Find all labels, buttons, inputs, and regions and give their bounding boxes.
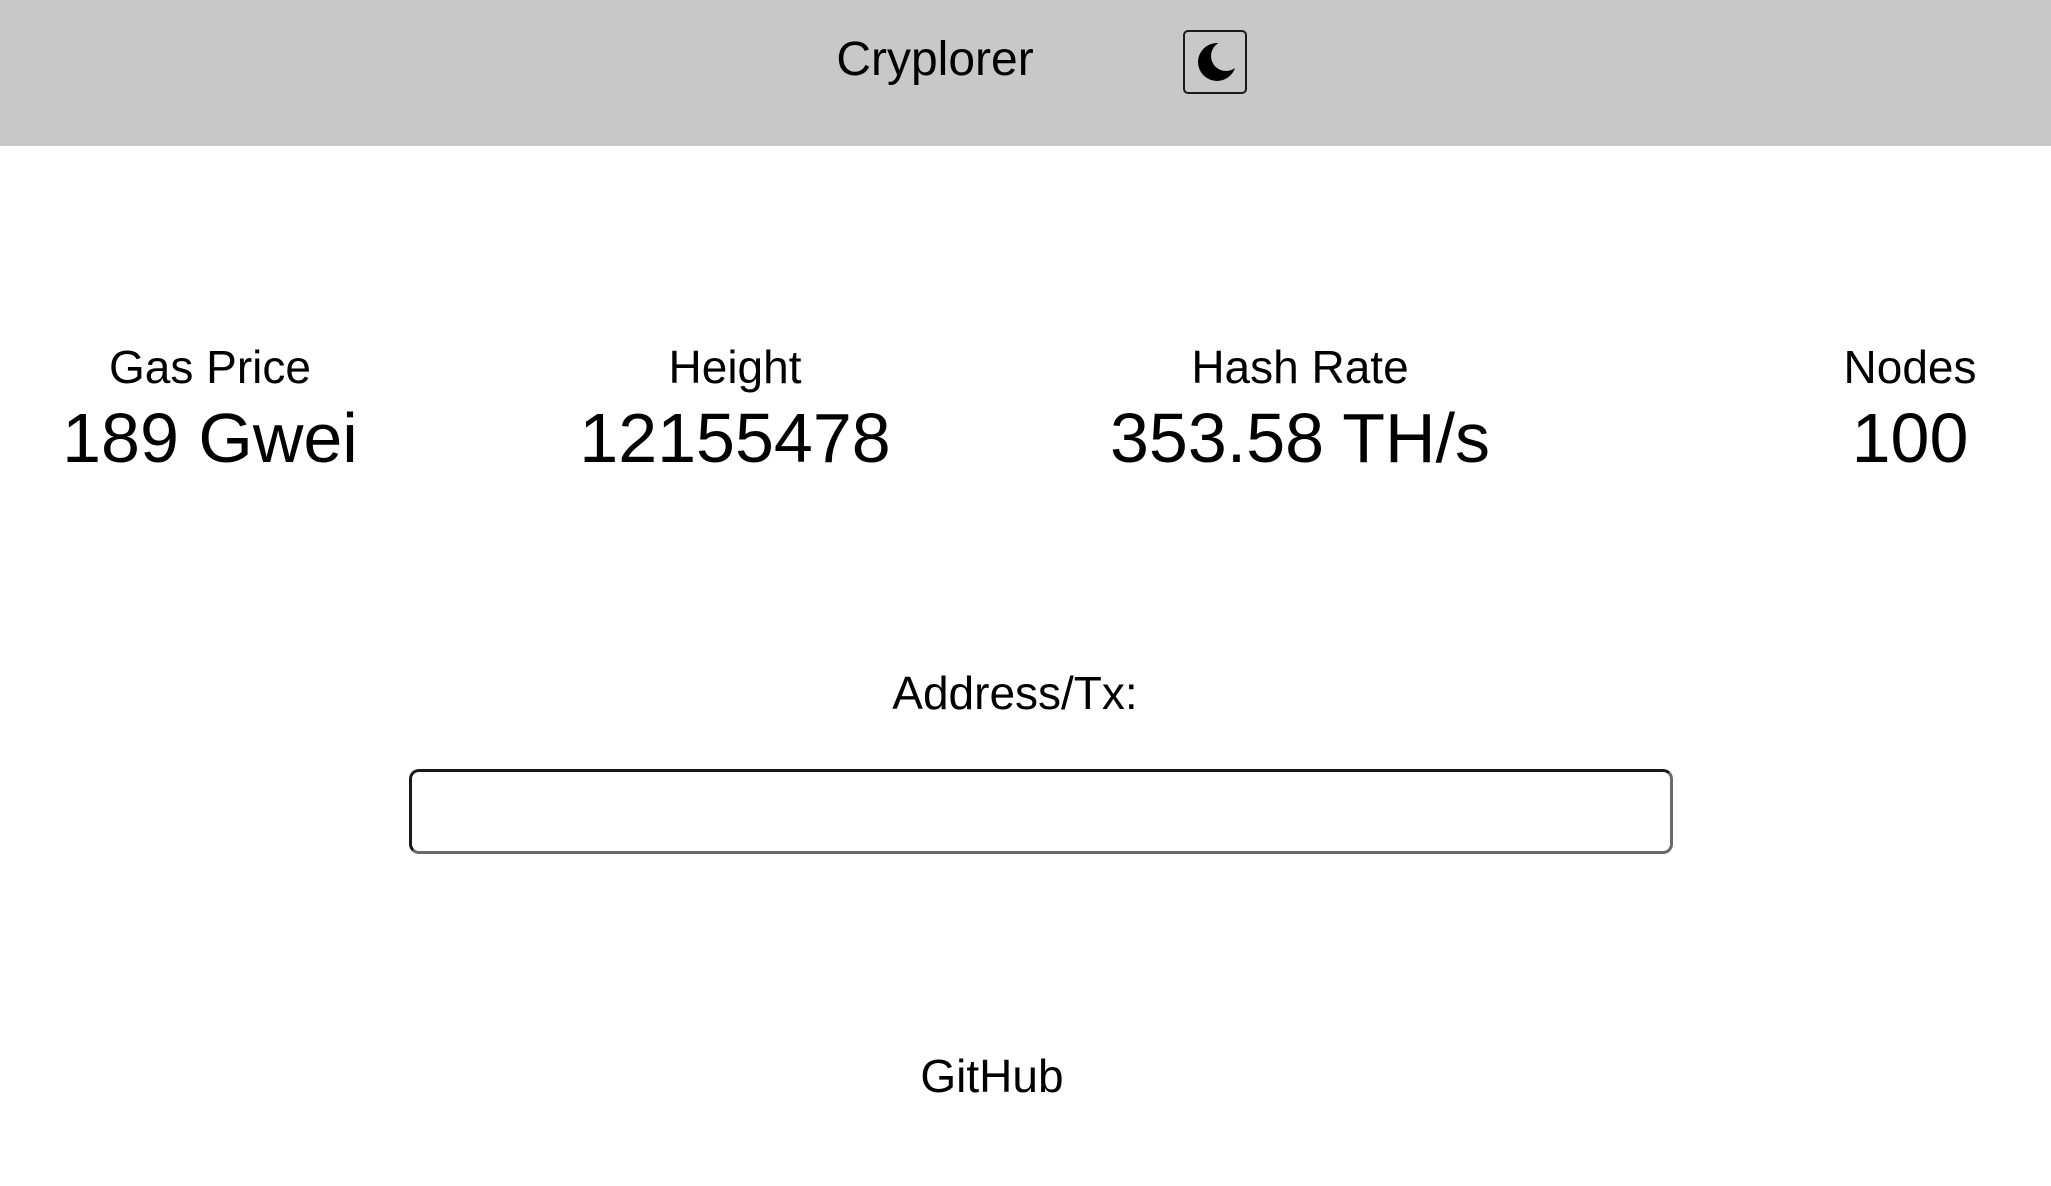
github-link[interactable]: GitHub: [842, 1045, 1142, 1107]
app-title: Cryplorer: [836, 33, 1034, 86]
stat-hash-rate-value: 353.58 TH/s: [1109, 399, 1491, 477]
stat-height-value: 12155478: [579, 399, 891, 477]
stat-gas-price: Gas Price 189 Gwei: [30, 336, 390, 478]
app-header: Cryplorer: [0, 0, 2051, 146]
stat-height-label: Height: [668, 341, 802, 393]
address-tx-input[interactable]: [409, 769, 1673, 854]
moon-icon: [1198, 41, 1239, 81]
theme-toggle-button[interactable]: [1183, 30, 1247, 94]
stat-gas-price-value: 189 Gwei: [62, 399, 358, 477]
stat-nodes: Nodes 100: [1810, 336, 2010, 478]
stat-nodes-value: 100: [1851, 399, 1969, 477]
stat-gas-price-label: Gas Price: [109, 341, 311, 393]
stat-nodes-label: Nodes: [1843, 341, 1977, 393]
stat-hash-rate: Hash Rate 353.58 TH/s: [1090, 336, 1510, 478]
stat-height: Height 12155478: [555, 336, 915, 478]
stat-hash-rate-label: Hash Rate: [1191, 341, 1409, 393]
search-label: Address/Tx:: [892, 667, 1138, 719]
